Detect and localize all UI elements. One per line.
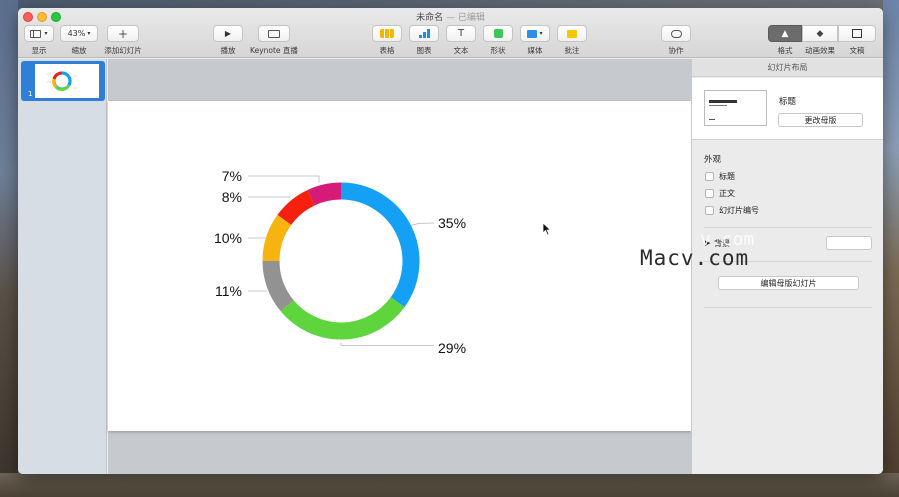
media-label: 媒体 — [527, 46, 543, 55]
mouse-cursor-icon — [542, 222, 552, 236]
play-label: 播放 — [220, 46, 236, 55]
slide-number-checkbox[interactable] — [705, 206, 714, 215]
donut-slice-10[interactable] — [262, 214, 292, 262]
donut-slice-8[interactable] — [277, 189, 316, 226]
desktop-right-edge — [883, 0, 899, 497]
preview-title-line — [709, 100, 737, 103]
play-button[interactable]: ▶ — [213, 25, 243, 42]
data-label: 29% — [438, 340, 466, 356]
table-label: 表格 — [379, 46, 395, 55]
appearance-heading: 外观 — [704, 155, 722, 165]
data-label: 8% — [222, 189, 242, 205]
slide-number: 1 — [28, 90, 33, 98]
desktop-left-edge — [0, 0, 18, 497]
slide-navigator: 1 — [18, 59, 107, 474]
animate-label: 动画效果 — [805, 46, 835, 55]
inspector-header: 幻灯片布局 — [692, 59, 883, 77]
layout-name: 标题 — [779, 97, 797, 107]
chevron-down-icon: ▾ — [44, 30, 48, 37]
desktop-bottom-edge — [0, 473, 899, 497]
play-icon: ▶ — [224, 29, 232, 38]
donut-slice-7[interactable] — [307, 182, 342, 206]
title-checkbox-label: 标题 — [719, 172, 735, 181]
document-icon — [852, 29, 862, 38]
zoom-label: 缩放 — [71, 46, 87, 55]
slide-number-checkbox-label: 幻灯片编号 — [719, 206, 759, 215]
zoom-value: 43% — [67, 29, 86, 38]
plus-icon: + — [117, 26, 129, 41]
chevron-down-icon: ▾ — [87, 30, 91, 37]
zoom-select[interactable]: 43% ▾ — [60, 25, 98, 42]
format-button[interactable]: ▲ — [768, 25, 802, 42]
background-color-well[interactable] — [826, 236, 872, 250]
shape-icon — [493, 29, 503, 38]
add-slide-label: 添加幻灯片 — [104, 46, 142, 55]
donut-chart[interactable]: 35% 29% 11% 10% 8% 7% — [108, 101, 691, 431]
media-icon — [527, 29, 538, 38]
slide-layout-section: 标题 更改母版 — [692, 78, 883, 140]
table-button[interactable] — [372, 25, 402, 42]
data-label: 10% — [214, 230, 242, 246]
text-icon: T — [457, 28, 465, 39]
document-name: 未命名 — [416, 13, 444, 23]
chart-button[interactable] — [409, 25, 439, 42]
text-label: 文本 — [453, 46, 469, 55]
edit-status: — 已编辑 — [446, 13, 485, 23]
chevron-down-icon: ▾ — [539, 30, 543, 37]
animate-icon: ◆ — [816, 28, 824, 39]
table-icon — [380, 29, 394, 38]
divider — [704, 307, 872, 308]
slide-thumbnail[interactable] — [35, 64, 99, 98]
add-slide-button[interactable]: + — [107, 25, 139, 42]
thumbnail-donut-chart — [47, 71, 77, 91]
chart-label: 图表 — [416, 46, 432, 55]
comment-icon — [567, 29, 577, 38]
shape-label: 形状 — [490, 46, 506, 55]
change-master-button[interactable]: 更改母版 — [778, 113, 863, 127]
body-checkbox[interactable] — [705, 189, 714, 198]
format-label: 格式 — [777, 46, 793, 55]
text-button[interactable]: T — [446, 25, 476, 42]
document-button[interactable] — [838, 25, 876, 42]
preview-subtitle-line — [709, 105, 727, 106]
paintbrush-icon: ▲ — [781, 28, 789, 39]
view-label: 显示 — [31, 46, 47, 55]
slide-canvas: 35% 29% 11% 10% 8% 7% — [108, 59, 691, 474]
shape-button[interactable] — [483, 25, 513, 42]
keynote-live-icon — [268, 29, 280, 38]
master-preview[interactable] — [704, 90, 767, 126]
leader-line — [340, 342, 434, 346]
collaborate-icon — [670, 29, 682, 38]
bar-chart-icon — [418, 29, 430, 38]
document-label: 文稿 — [849, 46, 865, 55]
collaborate-button[interactable] — [661, 25, 691, 42]
leader-line — [248, 175, 320, 183]
collaborate-label: 协作 — [668, 46, 684, 55]
animate-button[interactable]: ◆ — [802, 25, 838, 42]
edit-master-button[interactable]: 编辑母版幻灯片 — [718, 276, 859, 290]
keynote-live-button[interactable] — [258, 25, 290, 42]
donut-slice-29[interactable] — [280, 296, 405, 340]
data-label: 7% — [222, 168, 242, 184]
watermark: Macv.com — [640, 246, 750, 270]
preview-number-line — [709, 119, 715, 120]
leader-line — [410, 222, 435, 226]
keynote-live-label: Keynote 直播 — [250, 46, 298, 55]
slide-thumbnail-selected[interactable]: 1 — [21, 61, 105, 101]
window-title: 未命名 — 已编辑 — [18, 10, 883, 23]
data-label: 35% — [438, 215, 466, 231]
view-button[interactable]: ▾ — [24, 25, 54, 42]
body-checkbox-label: 正文 — [719, 189, 735, 198]
comment-label: 批注 — [564, 46, 580, 55]
media-button[interactable]: ▾ — [520, 25, 550, 42]
toolbar: 未命名 — 已编辑 ▾ 显示 43% ▾ 缩放 + 添加幻灯片 ▶ 播放 Key… — [18, 8, 883, 58]
donut-slice-11[interactable] — [262, 260, 294, 312]
donut-slice-35[interactable] — [340, 182, 420, 308]
title-checkbox[interactable] — [705, 172, 714, 181]
slide[interactable]: 35% 29% 11% 10% 8% 7% — [108, 101, 691, 431]
divider — [704, 227, 872, 228]
sidebar-view-icon — [30, 29, 42, 38]
data-label: 11% — [215, 283, 242, 299]
comment-button[interactable] — [557, 25, 587, 42]
